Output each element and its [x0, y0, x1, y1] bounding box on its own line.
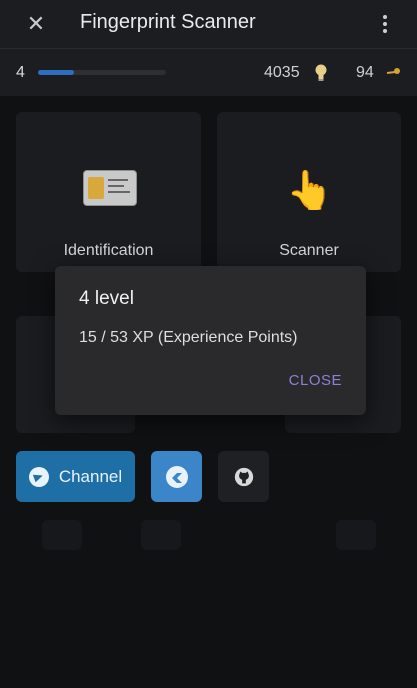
xp-progress-fill [38, 70, 74, 75]
pointing-hand-icon: 👆 [286, 170, 334, 212]
dialog-title: 4 level [79, 288, 134, 309]
xp-progress-bar [38, 70, 166, 75]
channel-button[interactable]: Channel [16, 451, 135, 502]
lightbulb-icon [315, 64, 327, 81]
level-number: 4 [16, 64, 25, 81]
id-card-icon [83, 170, 137, 206]
status-bar: 4 4035 94 [0, 49, 417, 96]
app-bar: ✕ Fingerprint Scanner [0, 0, 417, 49]
channel-label: Channel [58, 466, 123, 486]
level-dialog: 4 level 15 / 53 XP (Experience Points) C… [55, 266, 366, 415]
background-icon-placeholder [42, 520, 82, 550]
scanner-label: Scanner [279, 242, 339, 259]
identification-label: Identification [63, 242, 154, 259]
xp-total: 4035 [264, 64, 300, 81]
more-options-icon[interactable] [375, 12, 395, 36]
pin-icon [386, 68, 400, 74]
page-title: Fingerprint Scanner [80, 11, 256, 33]
app-logo-icon [165, 465, 188, 488]
dialog-body: 15 / 53 XP (Experience Points) [79, 329, 298, 346]
github-icon [234, 467, 253, 486]
app-link-button[interactable] [151, 451, 202, 502]
coin-count: 94 [356, 64, 374, 81]
github-button[interactable] [218, 451, 269, 502]
telegram-icon [28, 466, 49, 487]
background-icon-placeholder [336, 520, 376, 550]
close-icon[interactable]: ✕ [24, 12, 48, 36]
background-icon-placeholder [141, 520, 181, 550]
dialog-close-button[interactable]: CLOSE [289, 372, 342, 389]
